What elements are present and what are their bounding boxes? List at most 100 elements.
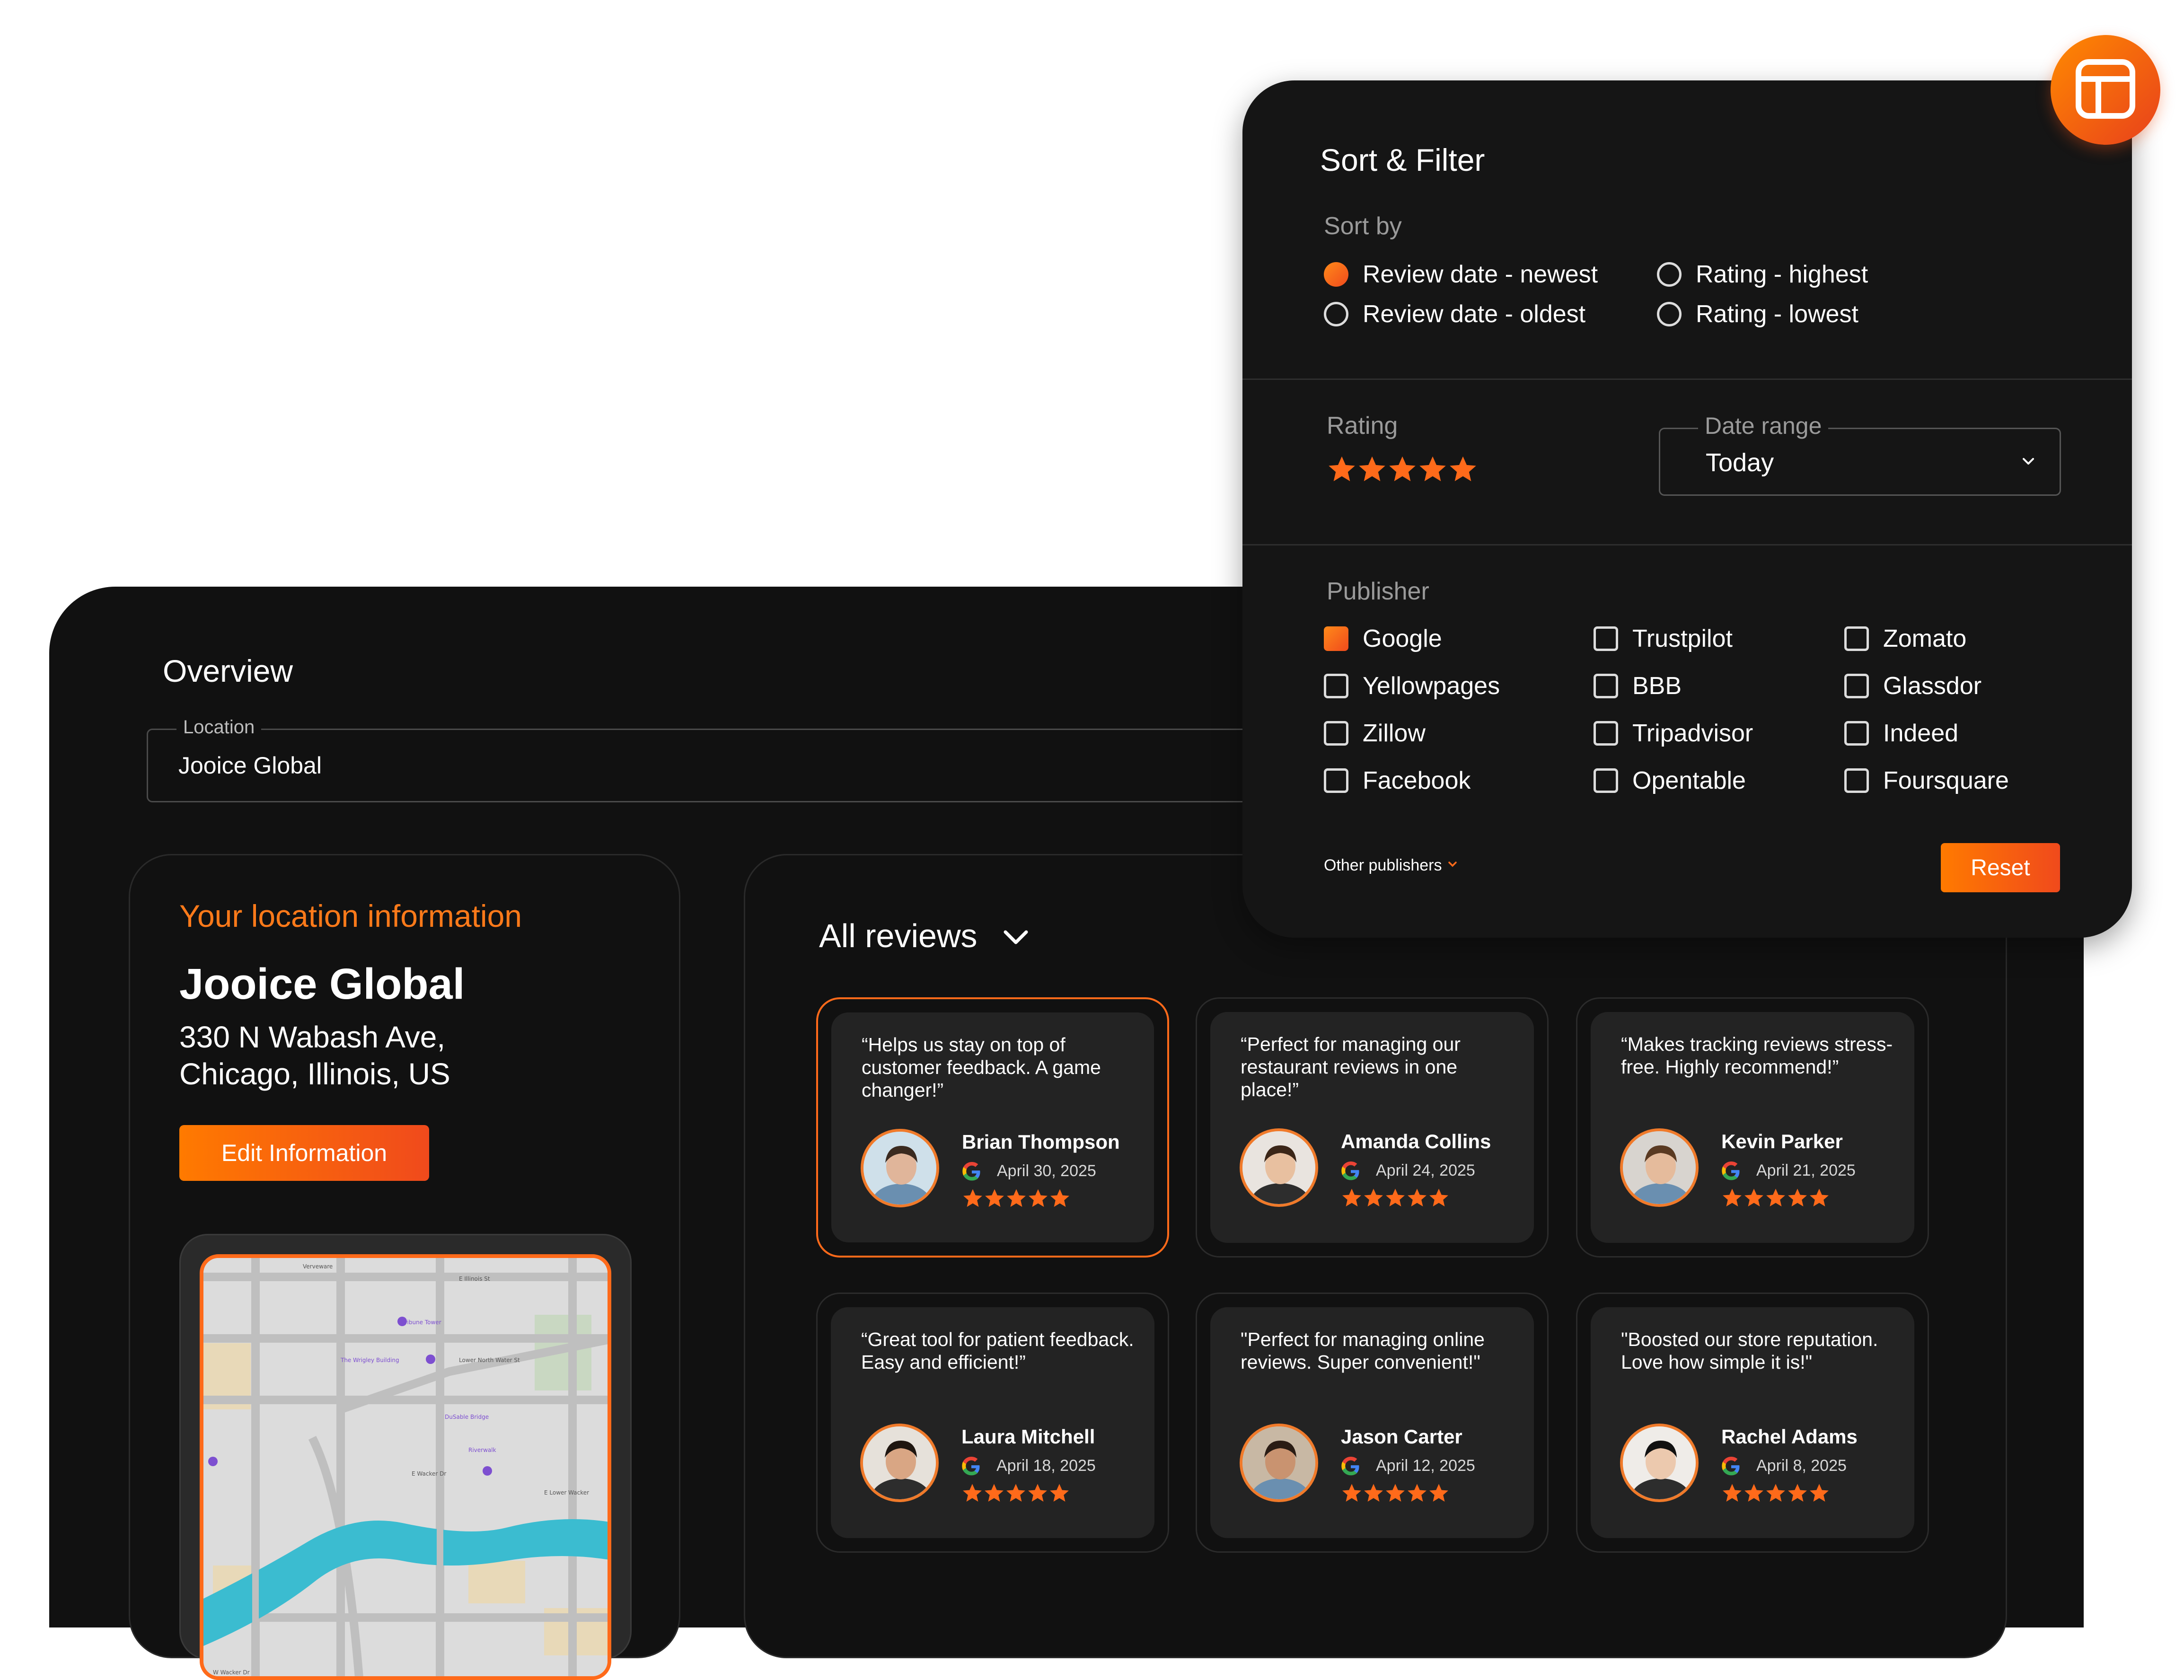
publisher-option[interactable]: Opentable [1594, 766, 1746, 795]
review-card-inner: “Helps us stay on top of customer feedba… [831, 1012, 1154, 1242]
reviewer-name: Laura Mitchell [961, 1425, 1095, 1448]
checkbox[interactable] [1324, 626, 1348, 651]
star-icon [1049, 1189, 1071, 1211]
publisher-option[interactable]: Google [1324, 625, 1442, 653]
publisher-option[interactable]: Zillow [1324, 719, 1426, 748]
review-date: April 12, 2025 [1376, 1457, 1475, 1475]
radio-button[interactable] [1657, 262, 1682, 287]
star-icon[interactable] [1327, 456, 1357, 486]
review-quote: "Perfect for managing online reviews. Su… [1241, 1328, 1485, 1373]
star-icon [1406, 1188, 1428, 1211]
checkbox[interactable] [1324, 768, 1348, 793]
reset-button[interactable]: Reset [1941, 843, 2060, 892]
sort-option[interactable]: Review date - newest [1324, 260, 1598, 289]
star-icon [961, 1484, 983, 1506]
review-card[interactable]: “Helps us stay on top of customer feedba… [816, 997, 1169, 1258]
publisher-option[interactable]: BBB [1594, 672, 1682, 700]
star-icon [1428, 1484, 1450, 1506]
location-info-card: Your location information Jooice Global … [129, 854, 680, 1680]
publisher-option[interactable]: Tripadvisor [1594, 719, 1753, 748]
review-card[interactable]: "Perfect for managing online reviews. Su… [1196, 1293, 1549, 1553]
star-icon [984, 1189, 1005, 1211]
chevron-down-icon[interactable] [1001, 922, 1031, 954]
address-line-1: 330 N Wabash Ave, [179, 1020, 446, 1054]
date-range-value: Today [1706, 449, 1774, 477]
avatar [861, 1129, 939, 1207]
publisher-option[interactable]: Yellowpages [1324, 672, 1500, 700]
review-date: April 21, 2025 [1756, 1161, 1856, 1179]
map[interactable]: Verveware E Illinois St Tribune Tower Th… [200, 1254, 611, 1680]
star-icon [1005, 1484, 1027, 1506]
review-card[interactable]: “Makes tracking reviews stress-free. Hig… [1576, 997, 1929, 1258]
star-icon [1721, 1484, 1743, 1506]
star-icon [1787, 1188, 1808, 1211]
review-card[interactable]: “Great tool for patient feedback. Easy a… [816, 1293, 1169, 1553]
publisher-label: Facebook [1363, 767, 1471, 794]
star-icon [983, 1484, 1005, 1506]
review-stars [1341, 1187, 1450, 1211]
publisher-option[interactable]: Trustpilot [1594, 625, 1733, 653]
review-stars [961, 1482, 1070, 1506]
checkbox[interactable] [1594, 768, 1618, 793]
review-card-inner: “Great tool for patient feedback. Easy a… [831, 1307, 1154, 1538]
checkbox[interactable] [1594, 674, 1618, 698]
review-card[interactable]: “Perfect for managing our restaurant rev… [1196, 997, 1549, 1258]
checkbox[interactable] [1844, 674, 1869, 698]
review-stars [1341, 1482, 1450, 1506]
radio-button[interactable] [1657, 302, 1682, 326]
avatar [1620, 1424, 1699, 1502]
checkbox[interactable] [1594, 721, 1618, 746]
map-frame: Verveware E Illinois St Tribune Tower Th… [179, 1234, 632, 1680]
checkbox[interactable] [1594, 626, 1618, 651]
rating-label: Rating [1327, 412, 1398, 440]
sort-option[interactable]: Rating - highest [1657, 260, 1868, 289]
publisher-option[interactable]: Glassdor [1844, 672, 1981, 700]
checkbox[interactable] [1324, 721, 1348, 746]
map-label: E Illinois St [459, 1275, 490, 1282]
sort-option[interactable]: Review date - oldest [1324, 300, 1585, 328]
radio-button[interactable] [1324, 262, 1348, 287]
map-label: Tribune Tower [402, 1319, 441, 1326]
review-stars [962, 1187, 1071, 1212]
chevron-down-icon [2020, 453, 2037, 472]
reviewer-name: Rachel Adams [1721, 1425, 1858, 1448]
radio-button[interactable] [1324, 302, 1348, 326]
publisher-option[interactable]: Zomato [1844, 625, 1966, 653]
reviews-title[interactable]: All reviews [819, 917, 978, 955]
review-card-inner: "Perfect for managing online reviews. Su… [1210, 1307, 1534, 1538]
map-label: DuSable Bridge [445, 1414, 489, 1420]
google-icon [961, 1457, 981, 1477]
star-icon [1721, 1188, 1743, 1211]
reviewer-name: Jason Carter [1341, 1425, 1462, 1448]
chevron-down-icon [1446, 856, 1459, 875]
star-icon[interactable] [1357, 456, 1387, 486]
date-range-select[interactable]: Date range Today [1659, 412, 2061, 496]
checkbox[interactable] [1844, 721, 1869, 746]
star-icon[interactable] [1387, 456, 1418, 486]
publisher-option[interactable]: Facebook [1324, 766, 1471, 795]
review-quote: “Helps us stay on top of customer feedba… [862, 1034, 1101, 1101]
edit-information-button[interactable]: Edit Information [179, 1125, 429, 1181]
star-icon [962, 1189, 984, 1211]
publisher-option[interactable]: Foursquare [1844, 766, 2009, 795]
star-icon[interactable] [1448, 456, 1478, 486]
google-icon [962, 1162, 982, 1182]
rating-stars[interactable] [1327, 454, 1478, 487]
publisher-option[interactable]: Indeed [1844, 719, 1958, 748]
checkbox[interactable] [1324, 674, 1348, 698]
star-icon[interactable] [1418, 456, 1448, 486]
checkbox[interactable] [1844, 768, 1869, 793]
publisher-label: Glassdor [1883, 672, 1982, 700]
sort-filter-panel: Sort & Filter Sort by Review date - newe… [1242, 80, 2132, 938]
review-quote: “Great tool for patient feedback. Easy a… [861, 1328, 1134, 1373]
layout-button[interactable] [2051, 35, 2160, 145]
review-card-inner: “Perfect for managing our restaurant rev… [1210, 1012, 1534, 1243]
checkbox[interactable] [1844, 626, 1869, 651]
star-icon [1765, 1484, 1787, 1506]
review-card[interactable]: "Boosted our store reputation. Love how … [1576, 1293, 1929, 1553]
star-icon [1808, 1188, 1830, 1211]
other-publishers-toggle[interactable]: Other publishers [1324, 856, 1459, 875]
sort-option[interactable]: Rating - lowest [1657, 300, 1858, 328]
sort-by-label: Sort by [1324, 212, 1402, 240]
location-select[interactable]: Location Jooice Global [147, 717, 1377, 802]
